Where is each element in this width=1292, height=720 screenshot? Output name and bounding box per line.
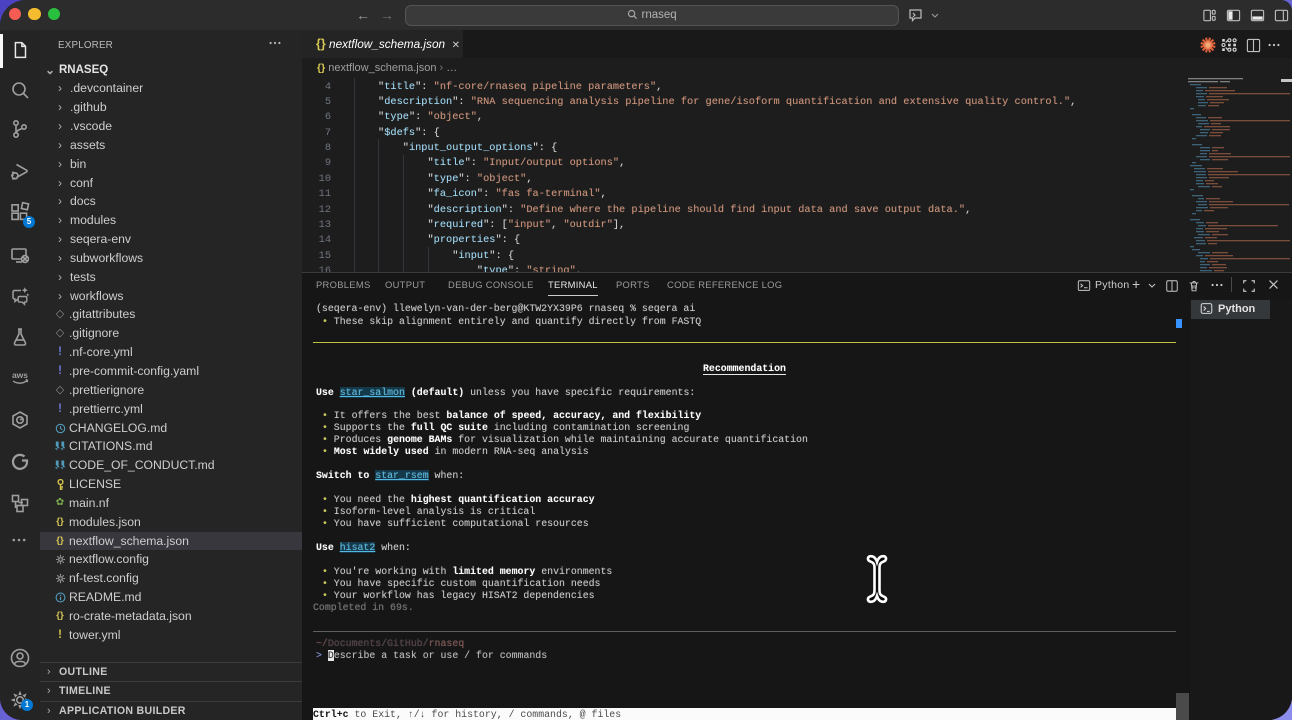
svg-text:aws: aws bbox=[12, 370, 28, 380]
